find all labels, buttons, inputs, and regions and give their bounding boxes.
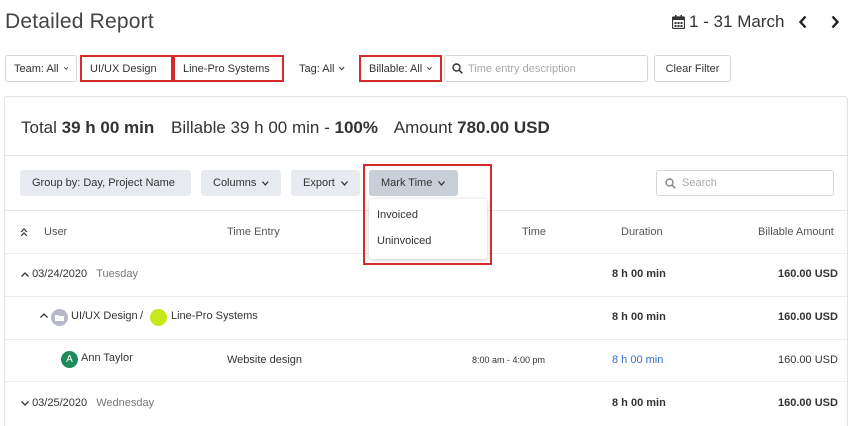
chevron-down-icon: [427, 66, 432, 71]
chevron-down-icon: [63, 66, 68, 71]
divider: [5, 155, 847, 156]
amount-value: 780.00 USD: [457, 118, 550, 137]
columns-label: Columns: [213, 177, 257, 189]
date-range-label: 1 - 31 March: [689, 12, 785, 31]
column-header-user[interactable]: User: [44, 226, 67, 238]
day-duration: 8 h 00 min: [612, 268, 666, 280]
chevron-down-icon: [161, 68, 163, 69]
total-label: Total: [21, 118, 57, 137]
divider: [5, 296, 847, 297]
description-search-placeholder: Time entry description: [468, 62, 576, 75]
project-amount: 160.00 USD: [778, 311, 838, 323]
column-header-duration[interactable]: Duration: [621, 226, 663, 238]
chevron-down-icon: [339, 66, 345, 71]
billable-label: Billable 39 h 00 min -: [171, 118, 330, 137]
entry-time[interactable]: 8:00 am - 4:00 pm: [472, 355, 545, 365]
group-by-label: Group by: Day, Project Name: [32, 177, 175, 189]
day-date: 03/24/2020: [32, 268, 88, 280]
team-filter[interactable]: Team: All: [5, 55, 77, 82]
description-search-input[interactable]: Time entry description: [444, 55, 648, 82]
export-button[interactable]: Export: [291, 170, 360, 196]
entry-duration[interactable]: 8 h 00 min: [612, 354, 663, 366]
billable-percent: 100%: [334, 118, 378, 137]
day-weekday: Wednesday: [96, 397, 155, 409]
column-header-billable-amount[interactable]: Billable Amount: [758, 226, 834, 238]
export-label: Export: [303, 177, 335, 189]
chevron-down-icon: [262, 180, 269, 186]
chevron-up-icon: [21, 272, 29, 277]
collapse-all-icon[interactable]: [20, 228, 28, 237]
billable-filter[interactable]: Billable: All: [359, 55, 442, 82]
chevron-down-icon: [438, 180, 446, 186]
team-filter-label: Team: All: [14, 62, 59, 75]
report-panel: Total 39 h 00 min Billable 39 h 00 min -…: [4, 96, 848, 426]
chevron-down-icon: [340, 180, 348, 186]
project-name: UI/UX Design: [71, 310, 138, 322]
page-title: Detailed Report: [5, 10, 154, 33]
billable-filter-label: Billable: All: [369, 62, 423, 75]
chevron-down-icon: [21, 401, 29, 406]
folder-icon: [51, 309, 68, 326]
report-summary: Total 39 h 00 min Billable 39 h 00 min -…: [21, 118, 550, 138]
search-placeholder: Search: [682, 177, 717, 189]
search-input[interactable]: Search: [656, 170, 834, 196]
client-name: Line-Pro Systems: [171, 310, 258, 322]
group-by-button[interactable]: Group by: Day, Project Name: [20, 170, 191, 196]
day-date: 03/25/2020: [32, 397, 88, 409]
day-amount: 160.00 USD: [778, 397, 838, 409]
day-weekday: Tuesday: [96, 268, 138, 280]
date-range[interactable]: 1 - 31 March: [672, 12, 784, 32]
avatar: A: [61, 351, 78, 368]
menu-item-invoiced[interactable]: Invoiced: [377, 209, 418, 221]
divider: [5, 381, 847, 382]
search-icon: [452, 63, 463, 74]
entry-user: Ann Taylor: [81, 352, 133, 364]
day-group-row[interactable]: 03/24/2020 Tuesday: [21, 268, 138, 280]
client-filter-label: Line-Pro Systems: [183, 62, 270, 75]
project-separator: /: [140, 310, 144, 322]
day-group-row[interactable]: 03/25/2020 Wednesday: [21, 397, 154, 409]
amount-label: Amount: [393, 118, 453, 137]
search-icon: [665, 177, 676, 189]
chevron-left-icon[interactable]: [797, 14, 809, 30]
day-amount: 160.00 USD: [778, 268, 838, 280]
chevron-right-icon[interactable]: [829, 14, 841, 30]
project-filter-label: UI/UX Design: [90, 62, 157, 75]
client-color-dot: [150, 309, 167, 326]
entry-description[interactable]: Website design: [227, 354, 302, 366]
column-header-time-entry[interactable]: Time Entry: [227, 226, 280, 238]
tag-filter[interactable]: Tag: All: [290, 55, 354, 82]
chevron-up-icon[interactable]: [40, 313, 48, 318]
mark-time-menu: Invoiced Uninvoiced: [369, 199, 487, 259]
day-duration: 8 h 00 min: [612, 397, 666, 409]
column-header-time[interactable]: Time: [522, 226, 546, 238]
clear-filter-button[interactable]: Clear Filter: [654, 55, 731, 82]
entry-amount: 160.00 USD: [778, 354, 838, 366]
tag-filter-label: Tag: All: [299, 62, 335, 75]
columns-button[interactable]: Columns: [201, 170, 281, 196]
total-value: 39 h 00 min: [61, 118, 155, 137]
mark-time-label: Mark Time: [381, 177, 433, 189]
project-duration: 8 h 00 min: [612, 311, 666, 323]
divider: [5, 339, 847, 340]
calendar-icon: [672, 15, 685, 29]
menu-item-uninvoiced[interactable]: Uninvoiced: [377, 235, 431, 247]
mark-time-button[interactable]: Mark Time: [369, 170, 458, 196]
client-filter[interactable]: Line-Pro Systems: [173, 55, 284, 82]
project-filter[interactable]: UI/UX Design: [80, 55, 173, 82]
